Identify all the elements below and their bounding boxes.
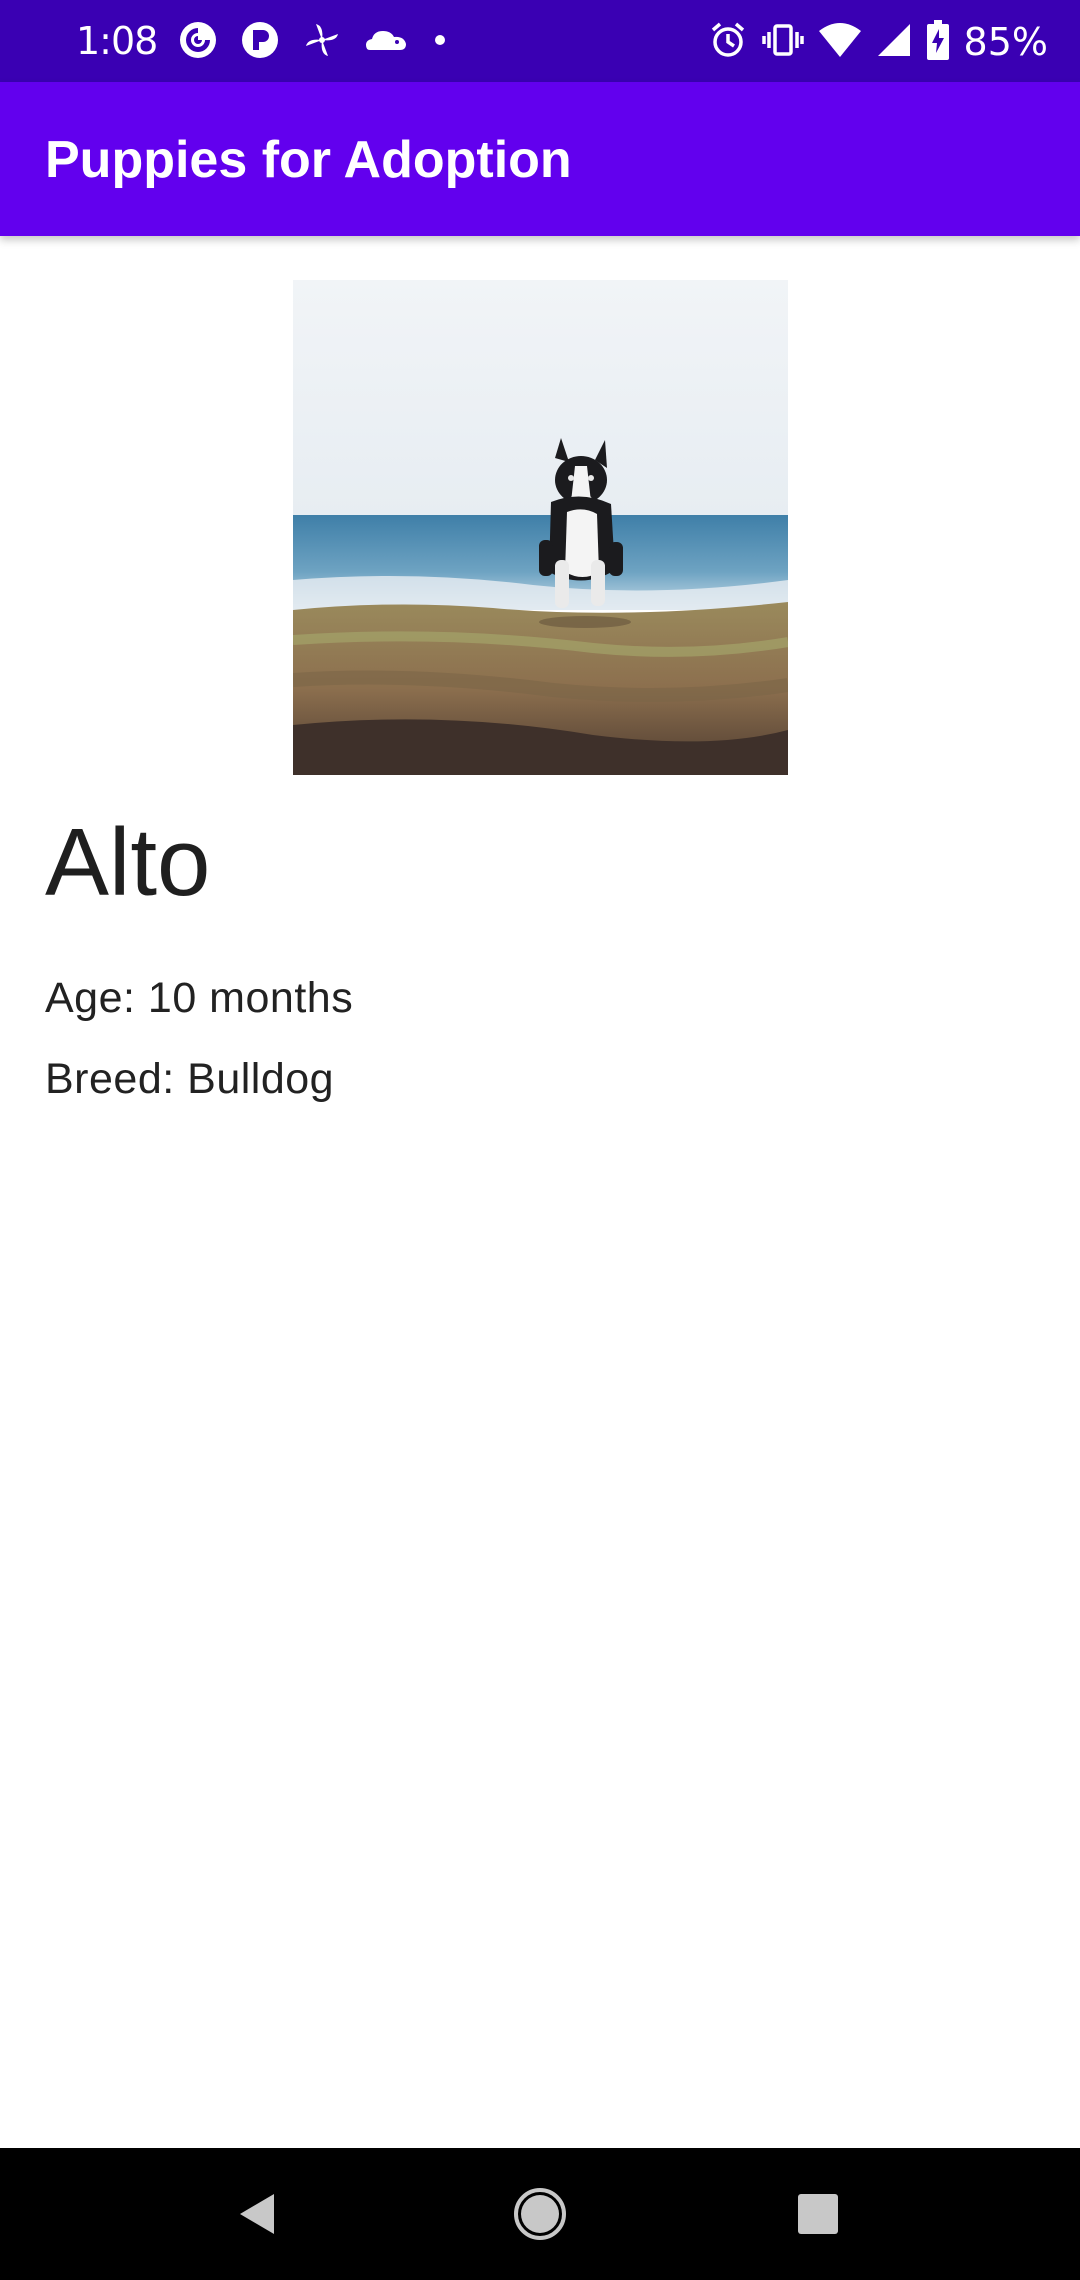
notification-icons <box>178 20 450 64</box>
battery-charging-icon <box>926 20 950 64</box>
wifi-icon <box>818 21 862 63</box>
app-title: Puppies for Adoption <box>45 131 572 189</box>
cloud-hedgehog-icon <box>364 24 408 60</box>
navigation-bar <box>0 2148 1080 2280</box>
puppy-age: Age: 10 months <box>45 974 354 1022</box>
status-bar: 1:08 85% <box>0 0 1080 82</box>
recents-icon <box>798 2194 838 2234</box>
system-icons: 85% <box>708 18 1048 66</box>
battery-percent: 85% <box>963 20 1048 64</box>
alarm-icon <box>708 20 748 64</box>
dog-photo <box>293 280 788 775</box>
home-button[interactable] <box>504 2178 576 2250</box>
vibrate-icon <box>761 20 804 64</box>
app-bar: Puppies for Adoption <box>0 82 1080 236</box>
home-icon <box>514 2188 566 2240</box>
puppy-name: Alto <box>45 809 211 916</box>
recents-button[interactable] <box>782 2178 854 2250</box>
pinwheel-icon <box>302 20 342 64</box>
back-icon <box>240 2194 274 2234</box>
pandora-icon <box>240 20 280 64</box>
notification-dot-icon <box>430 30 450 54</box>
signal-icon <box>876 22 912 62</box>
pocket-casts-icon <box>178 20 218 64</box>
back-button[interactable] <box>222 2178 294 2250</box>
clock: 1:08 <box>76 19 158 63</box>
puppy-breed: Breed: Bulldog <box>45 1055 335 1103</box>
